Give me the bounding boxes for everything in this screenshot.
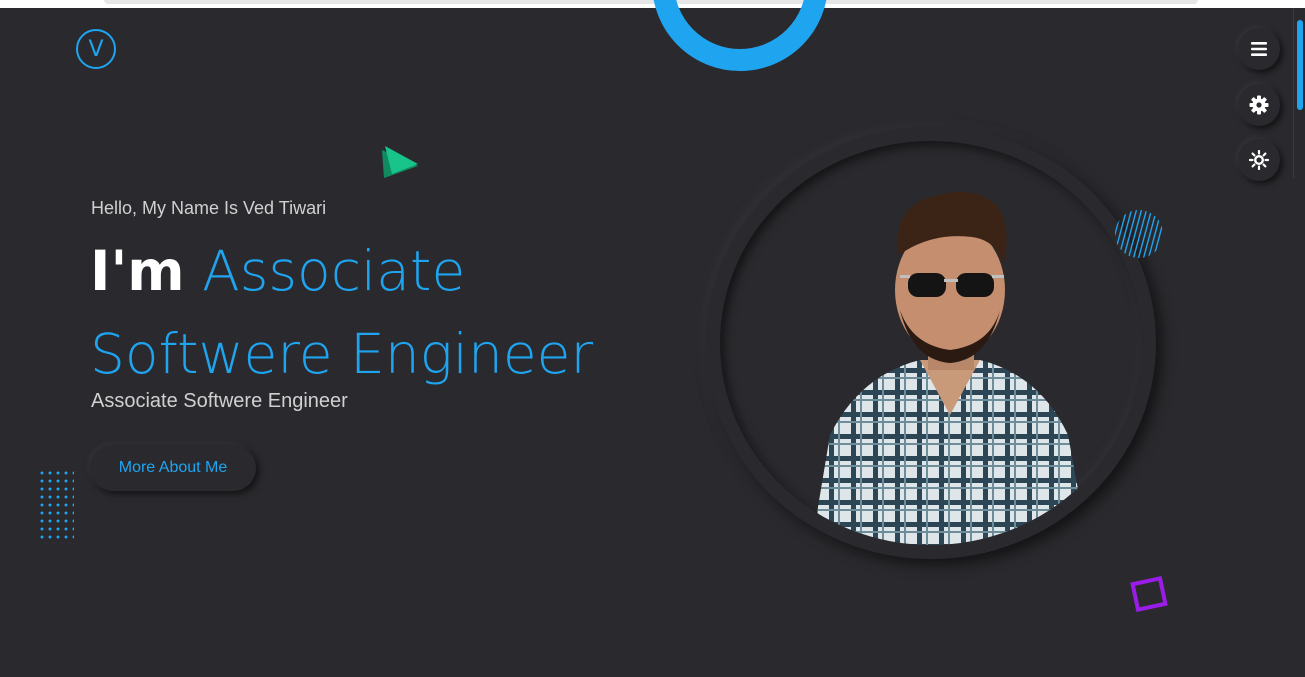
site-logo[interactable]: V (76, 29, 116, 69)
scrollbar-divider (1293, 8, 1294, 178)
logo-letter: V (88, 36, 104, 62)
hero-greeting: Hello, My Name Is Ved Tiwari (91, 198, 327, 218)
profile-photo-well (720, 141, 1142, 545)
gear-icon (1249, 95, 1269, 115)
scrollbar-thumb[interactable] (1297, 20, 1303, 110)
settings-button[interactable] (1238, 84, 1280, 126)
profile-photo-frame (706, 127, 1156, 559)
more-about-me-button[interactable]: More About Me (90, 445, 256, 491)
menu-icon (1251, 42, 1267, 56)
page-scrollbar[interactable] (1293, 8, 1305, 677)
menu-button[interactable] (1238, 28, 1280, 70)
decor-ring (652, 0, 828, 71)
hero-subtitle: Associate Softwere Engineer (91, 390, 348, 412)
decor-dot-grid (38, 469, 74, 541)
decor-square (1130, 576, 1168, 612)
decor-striped-circle (1115, 210, 1163, 258)
hero-title-prefix: I'm (90, 239, 185, 303)
theme-toggle-button[interactable] (1238, 139, 1280, 181)
address-bar-edge (104, 0, 1198, 4)
profile-photo (811, 191, 1089, 545)
hero-title: I'm Associate Softwere Engineer (90, 230, 610, 396)
decor-triangle (382, 146, 418, 178)
browser-top-strip (0, 0, 1305, 8)
sun-icon (1249, 150, 1269, 170)
